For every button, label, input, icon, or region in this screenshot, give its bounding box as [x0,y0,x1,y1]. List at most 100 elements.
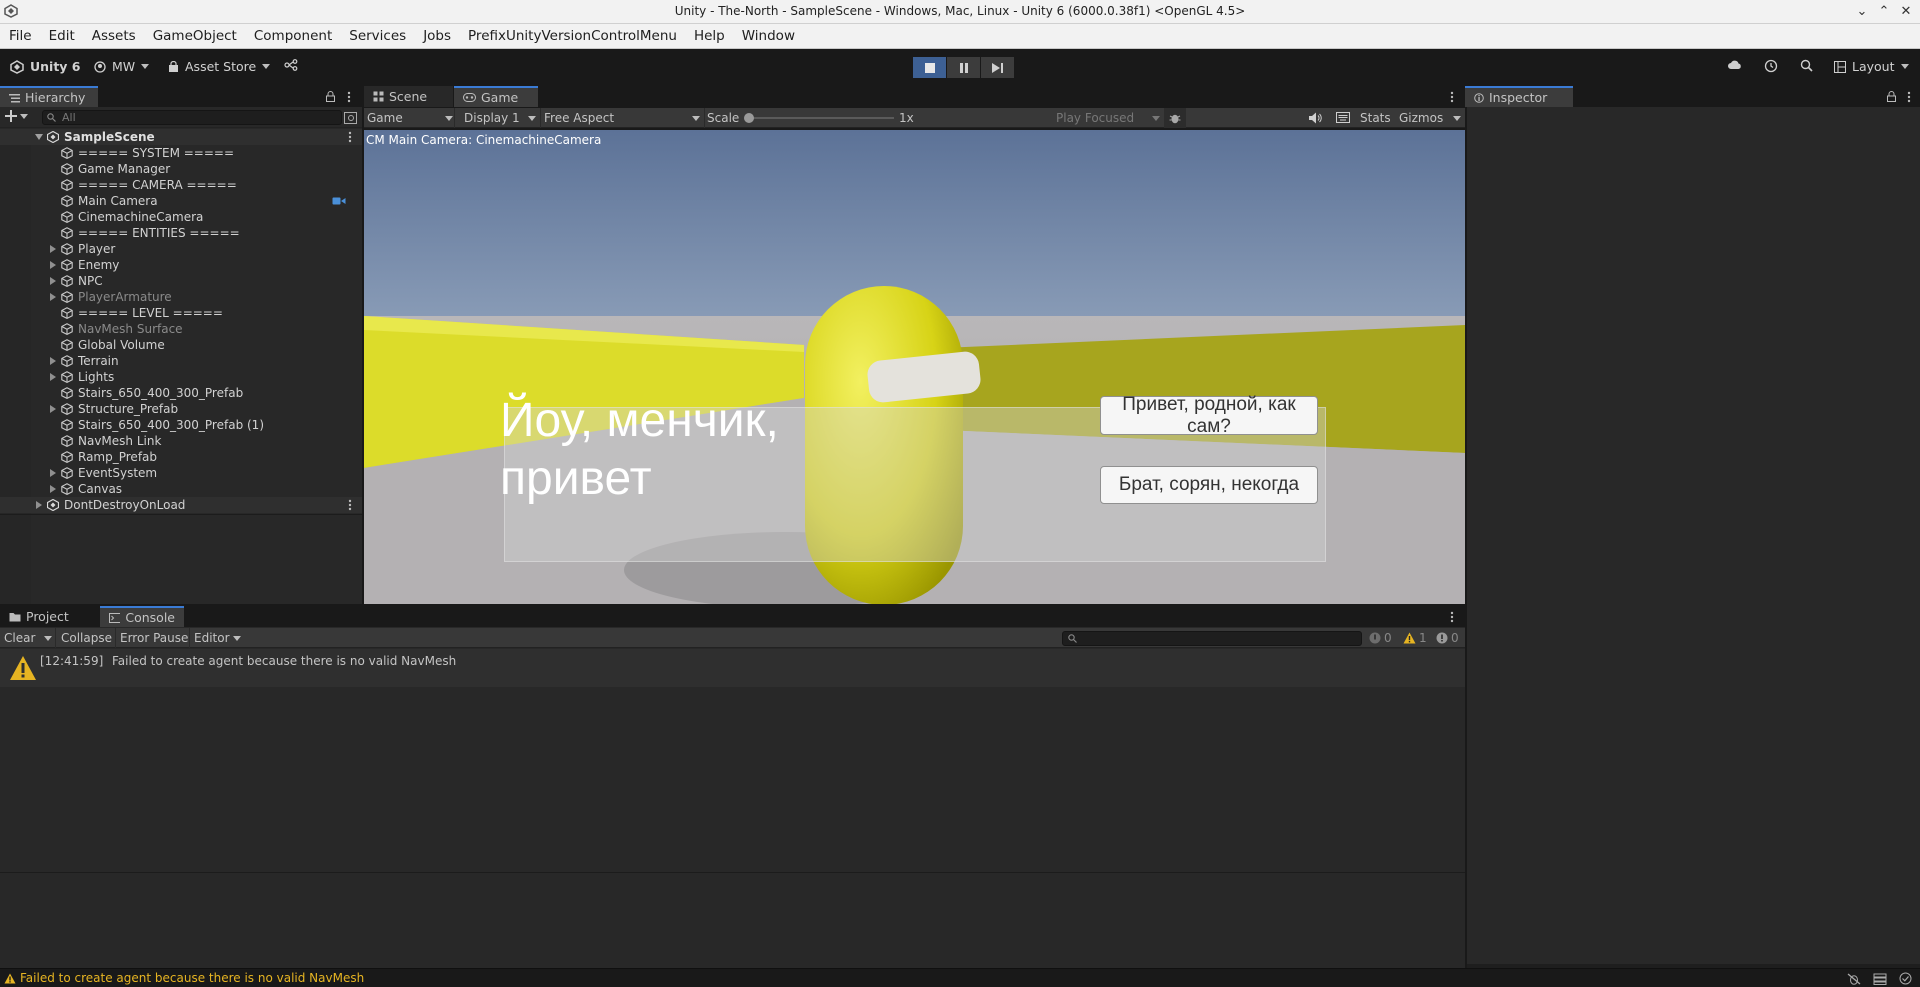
hierarchy-item[interactable]: Lights [0,369,362,385]
expand-arrow-icon[interactable] [50,485,56,493]
hierarchy-item[interactable]: NavMesh Surface [0,321,362,337]
debug-button[interactable] [1164,108,1186,128]
aspect-dropdown[interactable]: Free Aspect [544,111,700,125]
stop-play-button[interactable] [913,57,946,78]
check-circle-icon[interactable] [1899,972,1912,985]
gizmos-dropdown[interactable]: Gizmos [1399,111,1462,125]
mute-audio-icon[interactable] [1309,112,1322,124]
more-options-icon[interactable] [347,91,351,103]
expand-arrow-icon[interactable] [50,261,56,269]
hierarchy-item[interactable]: Stairs_650_400_300_Prefab (1) [0,417,362,433]
cloud-button[interactable] [1727,59,1742,70]
info-count-toggle[interactable]: 0 [1369,631,1392,645]
console-search-input[interactable] [1062,631,1362,646]
expand-arrow-icon[interactable] [50,373,56,381]
error-count-toggle[interactable]: 0 [1436,631,1459,645]
add-object-dropdown[interactable] [5,110,28,122]
more-options-icon[interactable] [1450,91,1454,103]
expand-arrow-icon[interactable] [50,245,56,253]
unity-version-button[interactable]: Unity 6 [10,59,81,74]
dialog-choice-1-button[interactable]: Привет, родной, как сам? [1100,394,1318,437]
step-button[interactable] [981,57,1014,78]
expand-arrow-icon[interactable] [50,277,56,285]
stats-button[interactable]: Stats [1360,111,1391,125]
hierarchy-item[interactable]: Canvas [0,481,362,497]
hierarchy-item[interactable]: Player [0,241,362,257]
lock-icon[interactable] [1887,91,1896,102]
clear-button[interactable]: Clear [4,631,52,645]
expand-arrow-icon[interactable] [35,134,43,140]
editor-dropdown[interactable]: Editor [194,631,241,645]
account-dropdown[interactable]: MW [94,59,150,74]
scene-filter-icon[interactable] [344,112,357,124]
hierarchy-item[interactable]: Ramp_Prefab [0,449,362,465]
hierarchy-item[interactable]: ===== CAMERA ===== [0,177,362,193]
hierarchy-item[interactable]: CinemachineCamera [0,209,362,225]
warning-count-toggle[interactable]: 1 [1403,631,1427,645]
hierarchy-dontdestroy-row[interactable]: DontDestroyOnLoad [0,497,362,513]
expand-arrow-icon[interactable] [50,293,56,301]
maximize-icon[interactable]: ⌃ [1876,2,1892,20]
scale-slider[interactable] [744,113,894,123]
dialog-choice-2-button[interactable]: Брат, сорян, некогда [1100,466,1318,504]
hierarchy-item[interactable]: EventSystem [0,465,362,481]
hierarchy-search-input[interactable]: All [42,110,342,125]
menu-services[interactable]: Services [349,28,406,44]
hierarchy-item[interactable]: ===== ENTITIES ===== [0,225,362,241]
menu-edit[interactable]: Edit [49,28,75,44]
hierarchy-item[interactable]: ===== SYSTEM ===== [0,145,362,161]
game-render-view[interactable]: CM Main Camera: CinemachineCamera Йоу, м… [364,130,1465,605]
minimize-icon[interactable]: ⌄ [1854,2,1870,20]
hierarchy-item[interactable]: ===== LEVEL ===== [0,305,362,321]
close-icon[interactable]: ✕ [1898,2,1914,20]
tab-hierarchy[interactable]: Hierarchy [0,86,98,107]
scale-slider-thumb[interactable] [744,113,754,123]
play-focused-dropdown[interactable]: Play Focused [1056,111,1160,125]
menu-component[interactable]: Component [254,28,332,44]
menu-prefix-version-control[interactable]: PrefixUnityVersionControlMenu [468,28,677,44]
expand-arrow-icon[interactable] [50,357,56,365]
more-options-icon[interactable] [348,131,352,143]
hierarchy-item[interactable]: Stairs_650_400_300_Prefab [0,385,362,401]
menu-help[interactable]: Help [694,28,725,44]
hierarchy-item[interactable]: Terrain [0,353,362,369]
status-message[interactable]: Failed to create agent because there is … [20,971,364,985]
layout-dropdown[interactable]: Layout [1834,59,1909,74]
version-control-button[interactable] [284,59,298,71]
hierarchy-item[interactable]: NPC [0,273,362,289]
asset-store-dropdown[interactable]: Asset Store [168,59,271,74]
tab-project[interactable]: Project [0,606,100,627]
tab-scene[interactable]: Scene [364,86,453,107]
tab-console[interactable]: Console [100,606,184,627]
hierarchy-item[interactable]: Global Volume [0,337,362,353]
expand-arrow-icon[interactable] [50,469,56,477]
menu-file[interactable]: File [9,28,32,44]
more-options-icon[interactable] [1907,91,1911,103]
collapse-button[interactable]: Collapse [61,631,112,645]
expand-arrow-icon[interactable] [50,405,56,413]
display-dropdown[interactable]: Display 1 [464,111,536,125]
tab-game[interactable]: Game [454,86,538,107]
search-button[interactable] [1800,59,1813,72]
lock-icon[interactable] [326,91,335,102]
tab-inspector[interactable]: Inspector [1465,86,1573,107]
menu-gameobject[interactable]: GameObject [153,28,237,44]
console-log-entry[interactable]: [12:41:59] Failed to create agent becaus… [0,649,1465,687]
game-mode-dropdown[interactable]: Game [367,111,453,125]
keyboard-shortcuts-icon[interactable] [1336,112,1350,123]
menu-assets[interactable]: Assets [92,28,136,44]
menu-jobs[interactable]: Jobs [423,28,451,44]
hierarchy-scene-row[interactable]: SampleScene [0,129,362,145]
pause-button[interactable] [947,57,980,78]
expand-arrow-icon[interactable] [36,501,42,509]
hierarchy-item[interactable]: PlayerArmature [0,289,362,305]
hierarchy-item[interactable]: Game Manager [0,161,362,177]
debug-off-icon[interactable] [1847,973,1861,985]
hierarchy-item[interactable]: Main Camera [0,193,362,209]
hierarchy-item[interactable]: Structure_Prefab [0,401,362,417]
more-options-icon[interactable] [1450,611,1454,623]
menu-window[interactable]: Window [742,28,795,44]
console-detail-divider[interactable] [0,872,1465,873]
hierarchy-item[interactable]: NavMesh Link [0,433,362,449]
error-pause-button[interactable]: Error Pause [120,631,188,645]
